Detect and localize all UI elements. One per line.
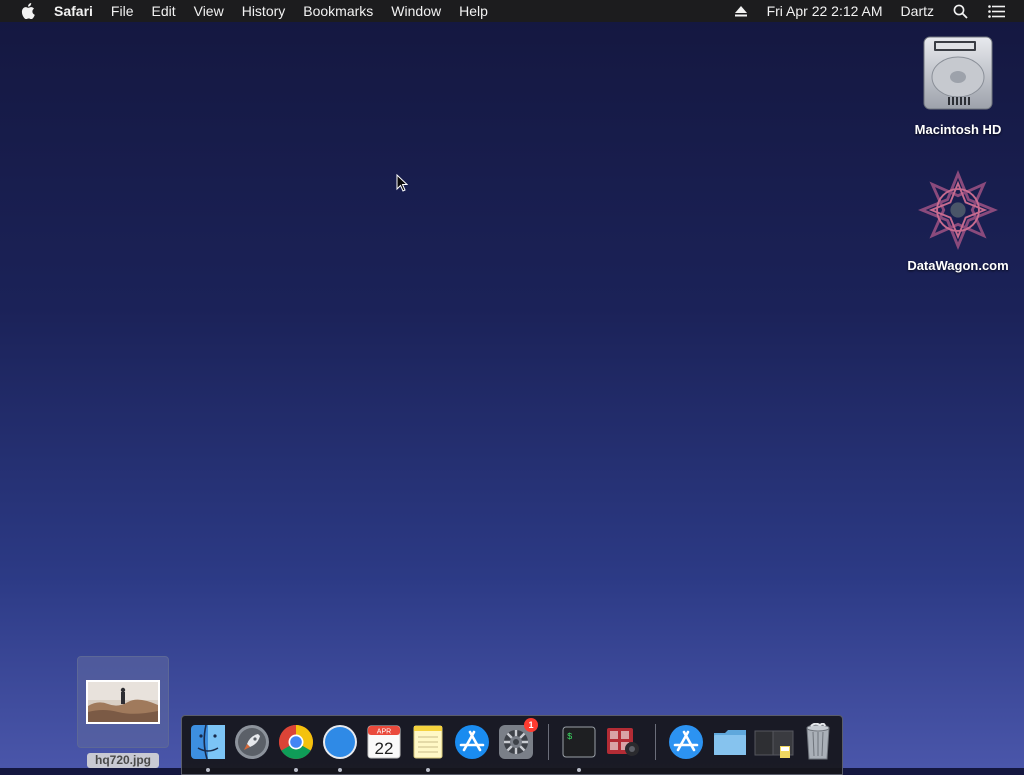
dock-separator [655,724,656,760]
running-indicator [294,768,298,772]
dock-terminal[interactable]: $ [559,722,599,772]
dock-chrome[interactable] [276,722,316,772]
chrome-icon [279,725,313,759]
menu-clock[interactable]: Fri Apr 22 2:12 AM [767,3,883,19]
mouse-pointer-icon [396,173,409,192]
menu-app-name[interactable]: Safari [46,0,102,22]
running-indicator [206,768,210,772]
terminal-prompt: $ [567,732,573,742]
menu-edit[interactable]: Edit [142,0,184,22]
dock-separator [548,724,549,760]
calendar-icon: APR 22 [367,725,401,759]
dock: APR 22 1 $ [181,715,843,775]
menu-history[interactable]: History [233,0,295,22]
notes-icon [413,725,443,759]
dock-trash[interactable] [798,722,838,762]
finder-icon [191,724,225,760]
dock-calendar[interactable]: APR 22 [364,722,404,762]
file-label: hq720.jpg [87,753,159,768]
dock-safari[interactable] [320,722,360,772]
running-indicator [577,768,581,772]
desktop-icon-label: Macintosh HD [914,122,1002,137]
spotlight-search-icon[interactable] [951,2,969,20]
running-indicator [426,768,430,772]
dock-app-store[interactable] [452,722,492,762]
datawagon-logo-icon [918,168,998,252]
trash-icon [806,723,830,760]
file-selection-box [77,656,169,748]
dock-finder[interactable] [188,722,228,772]
menu-file[interactable]: File [102,0,143,22]
menu-help[interactable]: Help [450,0,497,22]
menu-view[interactable]: View [185,0,233,22]
terminal-icon: $ [562,726,596,758]
eject-icon[interactable] [732,2,750,20]
menu-bookmarks[interactable]: Bookmarks [294,0,382,22]
dock-launchpad[interactable] [232,722,272,762]
app-store-icon [455,725,489,759]
dock-system-preferences[interactable]: 1 [496,718,538,762]
dock-applications-folder[interactable] [666,722,706,762]
applications-folder-icon [669,725,703,759]
menu-bar: Safari File Edit View History Bookmarks … [0,0,1024,22]
menu-window[interactable]: Window [382,0,450,22]
calendar-month: APR [377,729,391,736]
desktop-icon-label: DataWagon.com [907,258,1009,273]
menu-user[interactable]: Dartz [901,3,934,19]
hard-drive-icon [918,32,998,116]
dock-photo-booth[interactable] [603,722,643,762]
notification-center-icon[interactable] [987,2,1005,20]
dock-notes[interactable] [408,722,448,772]
apple-icon[interactable] [20,3,36,19]
compass-icon [323,725,357,759]
stack-icon [754,730,794,758]
calendar-day: 22 [375,739,394,758]
notification-badge: 1 [524,718,538,732]
folder-icon [714,730,746,755]
dock-downloads-stack[interactable] [754,722,794,762]
running-indicator [338,768,342,772]
desktop-icon-datawagon[interactable]: DataWagon.com [903,168,1013,273]
desktop-file-hq720[interactable]: hq720.jpg [77,656,169,768]
image-thumbnail-icon [86,680,160,724]
photo-booth-icon [607,728,639,756]
desktop-icon-macintosh-hd[interactable]: Macintosh HD [903,32,1013,137]
rocket-icon [235,725,269,759]
dock-documents-folder[interactable] [710,722,750,762]
